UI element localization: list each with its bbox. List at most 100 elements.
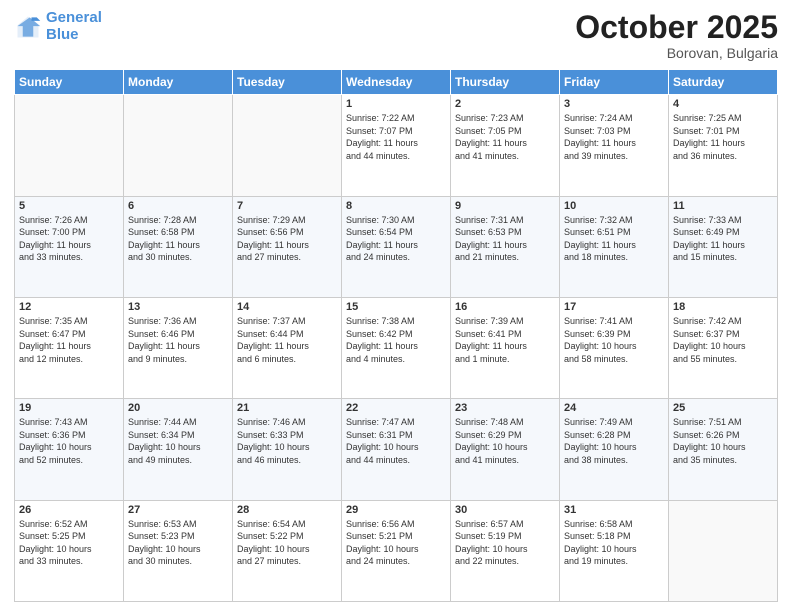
day-number: 13 <box>128 301 228 313</box>
day-info: Sunrise: 7:22 AM Sunset: 7:07 PM Dayligh… <box>346 112 446 162</box>
calendar-cell: 19Sunrise: 7:43 AM Sunset: 6:36 PM Dayli… <box>15 399 124 500</box>
day-number: 4 <box>673 98 773 110</box>
day-number: 1 <box>346 98 446 110</box>
calendar-cell <box>124 95 233 196</box>
calendar-cell: 28 Sunrise: 6:54 AM Sunset: 5:22 PM Dayli… <box>233 500 342 601</box>
day-number: 9 <box>455 200 555 212</box>
calendar-cell: 4 Sunrise: 7:25 AM Sunset: 7:01 PM Daylig… <box>669 95 778 196</box>
day-info: Sunrise: 7:33 AM Sunset: 6:49 PM Dayligh… <box>673 214 773 264</box>
day-info: Sunrise: 7:39 AM Sunset: 6:41 PM Dayligh… <box>455 315 555 365</box>
calendar-cell: 24 Sunrise: 7:49 AM Sunset: 6:28 PM Dayli… <box>560 399 669 500</box>
day-info: Sunrise: 7:51 AM Sunset: 6:26 PM Dayligh… <box>673 416 773 466</box>
day-number: 7 <box>237 200 337 212</box>
calendar-table: SundayMondayTuesdayWednesdayThursdayFrid… <box>14 69 778 602</box>
day-number: 24 <box>564 402 664 414</box>
day-number: 6 <box>128 200 228 212</box>
calendar-cell: 25 Sunrise: 7:51 AM Sunset: 6:26 PM Dayli… <box>669 399 778 500</box>
logo-line2: Blue <box>46 26 79 43</box>
day-number: 15 <box>346 301 446 313</box>
day-info: Sunrise: 7:42 AM Sunset: 6:37 PM Dayligh… <box>673 315 773 365</box>
logo-icon <box>14 13 42 41</box>
day-number: 20 <box>128 402 228 414</box>
day-number: 29 <box>346 504 446 516</box>
day-number: 11 <box>673 200 773 212</box>
day-info: Sunrise: 6:54 AM Sunset: 5:22 PM Dayligh… <box>237 518 337 568</box>
calendar-cell: 22Sunrise: 7:47 AM Sunset: 6:31 PM Dayli… <box>342 399 451 500</box>
day-number: 8 <box>346 200 446 212</box>
day-number: 23 <box>455 402 555 414</box>
calendar-week-0: 1 Sunrise: 7:22 AM Sunset: 7:07 PM Daylig… <box>15 95 778 196</box>
day-info: Sunrise: 6:52 AM Sunset: 5:25 PM Dayligh… <box>19 518 119 568</box>
col-header-friday: Friday <box>560 70 669 95</box>
day-info: Sunrise: 7:47 AM Sunset: 6:31 PM Dayligh… <box>346 416 446 466</box>
calendar-cell: 7 Sunrise: 7:29 AM Sunset: 6:56 PM Daylig… <box>233 196 342 297</box>
day-number: 25 <box>673 402 773 414</box>
day-info: Sunrise: 7:41 AM Sunset: 6:39 PM Dayligh… <box>564 315 664 365</box>
day-info: Sunrise: 6:57 AM Sunset: 5:19 PM Dayligh… <box>455 518 555 568</box>
calendar-cell: 17 Sunrise: 7:41 AM Sunset: 6:39 PM Dayli… <box>560 297 669 398</box>
calendar-cell: 23 Sunrise: 7:48 AM Sunset: 6:29 PM Dayli… <box>451 399 560 500</box>
calendar-cell: 13 Sunrise: 7:36 AM Sunset: 6:46 PM Dayli… <box>124 297 233 398</box>
calendar-cell: 26 Sunrise: 6:52 AM Sunset: 5:25 PM Dayli… <box>15 500 124 601</box>
day-number: 21 <box>237 402 337 414</box>
calendar-cell: 20Sunrise: 7:44 AM Sunset: 6:34 PM Dayli… <box>124 399 233 500</box>
logo-text: General Blue <box>46 10 102 43</box>
calendar-cell: 30 Sunrise: 6:57 AM Sunset: 5:19 PM Dayli… <box>451 500 560 601</box>
calendar-cell: 14 Sunrise: 7:37 AM Sunset: 6:44 PM Dayli… <box>233 297 342 398</box>
day-number: 14 <box>237 301 337 313</box>
day-info: Sunrise: 7:48 AM Sunset: 6:29 PM Dayligh… <box>455 416 555 466</box>
day-info: Sunrise: 7:26 AM Sunset: 7:00 PM Dayligh… <box>19 214 119 264</box>
day-number: 5 <box>19 200 119 212</box>
col-header-thursday: Thursday <box>451 70 560 95</box>
calendar-cell: 29Sunrise: 6:56 AM Sunset: 5:21 PM Dayli… <box>342 500 451 601</box>
calendar-week-3: 19Sunrise: 7:43 AM Sunset: 6:36 PM Dayli… <box>15 399 778 500</box>
calendar-cell: 3 Sunrise: 7:24 AM Sunset: 7:03 PM Daylig… <box>560 95 669 196</box>
col-header-sunday: Sunday <box>15 70 124 95</box>
calendar-week-4: 26 Sunrise: 6:52 AM Sunset: 5:25 PM Dayli… <box>15 500 778 601</box>
title-block: October 2025 Borovan, Bulgaria <box>575 10 778 61</box>
calendar-cell: 6 Sunrise: 7:28 AM Sunset: 6:58 PM Daylig… <box>124 196 233 297</box>
calendar-cell: 11 Sunrise: 7:33 AM Sunset: 6:49 PM Dayli… <box>669 196 778 297</box>
day-info: Sunrise: 7:49 AM Sunset: 6:28 PM Dayligh… <box>564 416 664 466</box>
day-info: Sunrise: 7:31 AM Sunset: 6:53 PM Dayligh… <box>455 214 555 264</box>
day-number: 27 <box>128 504 228 516</box>
day-info: Sunrise: 7:24 AM Sunset: 7:03 PM Dayligh… <box>564 112 664 162</box>
day-number: 17 <box>564 301 664 313</box>
day-info: Sunrise: 6:53 AM Sunset: 5:23 PM Dayligh… <box>128 518 228 568</box>
calendar-cell: 21Sunrise: 7:46 AM Sunset: 6:33 PM Dayli… <box>233 399 342 500</box>
calendar-cell: 31Sunrise: 6:58 AM Sunset: 5:18 PM Dayli… <box>560 500 669 601</box>
calendar-cell: 5 Sunrise: 7:26 AM Sunset: 7:00 PM Daylig… <box>15 196 124 297</box>
header: General Blue October 2025 Borovan, Bulga… <box>14 10 778 61</box>
calendar-cell: 27 Sunrise: 6:53 AM Sunset: 5:23 PM Dayli… <box>124 500 233 601</box>
day-info: Sunrise: 7:37 AM Sunset: 6:44 PM Dayligh… <box>237 315 337 365</box>
day-number: 19 <box>19 402 119 414</box>
calendar-cell: 10Sunrise: 7:32 AM Sunset: 6:51 PM Dayli… <box>560 196 669 297</box>
day-number: 28 <box>237 504 337 516</box>
calendar-cell <box>233 95 342 196</box>
day-number: 30 <box>455 504 555 516</box>
day-number: 2 <box>455 98 555 110</box>
calendar-cell: 1 Sunrise: 7:22 AM Sunset: 7:07 PM Daylig… <box>342 95 451 196</box>
day-number: 16 <box>455 301 555 313</box>
page: General Blue October 2025 Borovan, Bulga… <box>0 0 792 612</box>
calendar-cell <box>15 95 124 196</box>
calendar-cell: 15Sunrise: 7:38 AM Sunset: 6:42 PM Dayli… <box>342 297 451 398</box>
day-info: Sunrise: 7:25 AM Sunset: 7:01 PM Dayligh… <box>673 112 773 162</box>
day-info: Sunrise: 7:23 AM Sunset: 7:05 PM Dayligh… <box>455 112 555 162</box>
day-info: Sunrise: 7:36 AM Sunset: 6:46 PM Dayligh… <box>128 315 228 365</box>
logo-line1: General <box>46 9 102 26</box>
calendar-cell: 18Sunrise: 7:42 AM Sunset: 6:37 PM Dayli… <box>669 297 778 398</box>
day-number: 12 <box>19 301 119 313</box>
logo: General Blue <box>14 10 102 43</box>
calendar-cell: 8 Sunrise: 7:30 AM Sunset: 6:54 PM Daylig… <box>342 196 451 297</box>
col-header-tuesday: Tuesday <box>233 70 342 95</box>
calendar-cell: 12Sunrise: 7:35 AM Sunset: 6:47 PM Dayli… <box>15 297 124 398</box>
day-info: Sunrise: 7:28 AM Sunset: 6:58 PM Dayligh… <box>128 214 228 264</box>
calendar-header-row: SundayMondayTuesdayWednesdayThursdayFrid… <box>15 70 778 95</box>
day-number: 26 <box>19 504 119 516</box>
day-info: Sunrise: 7:29 AM Sunset: 6:56 PM Dayligh… <box>237 214 337 264</box>
day-info: Sunrise: 7:30 AM Sunset: 6:54 PM Dayligh… <box>346 214 446 264</box>
day-number: 3 <box>564 98 664 110</box>
day-info: Sunrise: 6:58 AM Sunset: 5:18 PM Dayligh… <box>564 518 664 568</box>
col-header-saturday: Saturday <box>669 70 778 95</box>
